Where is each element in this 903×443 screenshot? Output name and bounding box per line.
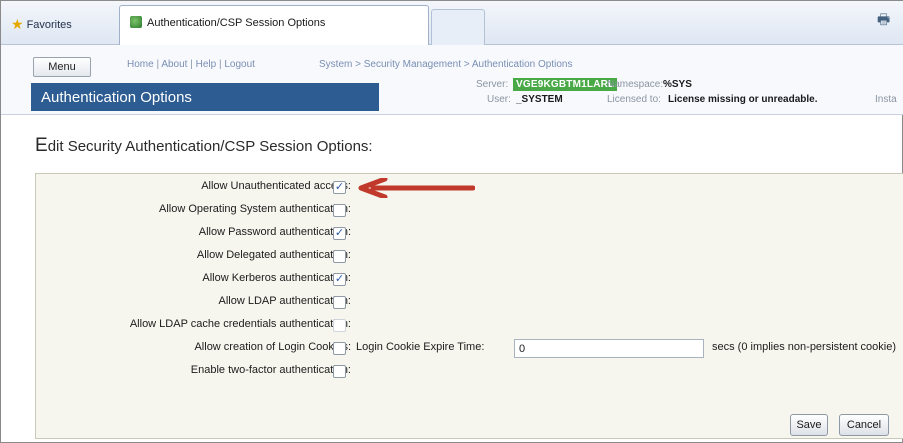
option-label: Allow Kerberos authentication:: [202, 272, 351, 284]
app-header: Menu Home | About | Help | Logout System…: [1, 45, 903, 115]
new-tab-button[interactable]: [431, 9, 485, 45]
instance-label: Insta: [875, 94, 897, 105]
licensed-value: License missing or unreadable.: [668, 94, 818, 105]
link-separator: |: [190, 59, 193, 70]
server-label: Server:: [476, 79, 509, 90]
option-label: Allow Unauthenticated access:: [201, 180, 351, 192]
link-help[interactable]: Help: [196, 59, 217, 70]
heading-initial: E: [35, 135, 48, 156]
link-separator: |: [156, 59, 160, 70]
checkbox-os-auth[interactable]: [333, 204, 346, 217]
favorites-label: Favorites: [26, 19, 72, 31]
breadcrumb[interactable]: System > Security Management > Authentic…: [319, 59, 572, 70]
star-icon: ★: [11, 16, 24, 32]
cookie-expire-label: Login Cookie Expire Time:: [356, 341, 485, 353]
option-row-password-auth: Allow Password authentication: ✓: [36, 224, 903, 244]
checkbox-login-cookies[interactable]: [333, 342, 346, 355]
options-form: Allow Unauthenticated access: ✓ Allow Op…: [35, 173, 903, 439]
cookie-expire-hint: secs (0 implies non-persistent cookie): [712, 341, 897, 353]
browser-tab-active[interactable]: Authentication/CSP Session Options: [119, 5, 429, 45]
page-title: Authentication Options: [31, 83, 379, 111]
namespace-label: Namespace:: [607, 79, 664, 90]
checkbox-delegated-auth[interactable]: [333, 250, 346, 263]
top-links: Home | About | Help | Logout: [127, 59, 255, 70]
form-heading: Edit Security Authentication/CSP Session…: [35, 135, 373, 157]
link-logout[interactable]: Logout: [224, 59, 255, 70]
favorites-button[interactable]: ★ Favorites: [11, 15, 72, 32]
licensed-label: Licensed to:: [607, 94, 661, 105]
site-favicon-icon: [130, 16, 142, 28]
cookie-expire-input[interactable]: [514, 339, 704, 358]
option-label: Allow Operating System authentication:: [159, 203, 351, 215]
option-row-os-auth: Allow Operating System authentication:: [36, 201, 903, 221]
option-label: Allow LDAP authentication:: [218, 295, 352, 307]
option-label: Allow Password authentication:: [198, 226, 351, 238]
user-label: User:: [487, 94, 511, 105]
server-value: VGE9KGBTM1LARL: [513, 78, 618, 91]
checkbox-ldap-auth[interactable]: [333, 296, 346, 309]
option-row-delegated-auth: Allow Delegated authentication:: [36, 247, 903, 267]
tab-title: Authentication/CSP Session Options: [147, 17, 326, 29]
page-tools-icon[interactable]: 🖶: [877, 9, 890, 33]
checkbox-password-auth[interactable]: ✓: [333, 227, 346, 240]
link-home[interactable]: Home: [127, 59, 154, 70]
save-button[interactable]: Save: [790, 414, 828, 436]
link-about[interactable]: About: [161, 59, 187, 70]
option-row-ldap-cache-auth: Allow LDAP cache credentials authenticat…: [36, 316, 903, 336]
option-label: Allow LDAP cache credentials authenticat…: [129, 318, 351, 330]
checkbox-unauthenticated[interactable]: ✓: [333, 181, 346, 194]
link-separator: |: [218, 59, 222, 70]
option-row-login-cookies: Allow creation of Login Cookies: Login C…: [36, 339, 903, 359]
screenshot-frame: ★ Favorites Authentication/CSP Session Op…: [0, 0, 903, 443]
user-value: _SYSTEM: [516, 94, 563, 105]
cancel-button[interactable]: Cancel: [839, 414, 889, 436]
option-row-ldap-auth: Allow LDAP authentication:: [36, 293, 903, 313]
checkbox-ldap-cache-auth[interactable]: [333, 319, 346, 332]
option-label: Allow Delegated authentication:: [196, 249, 351, 261]
menu-button[interactable]: Menu: [33, 57, 91, 77]
checkbox-two-factor[interactable]: [333, 365, 346, 378]
heading-text: dit Security Authentication/CSP Session …: [47, 138, 373, 155]
namespace-value: %SYS: [663, 79, 692, 90]
annotation-arrow-icon: [358, 178, 475, 198]
checkbox-kerberos-auth[interactable]: ✓: [333, 273, 346, 286]
option-row-kerberos-auth: Allow Kerberos authentication: ✓: [36, 270, 903, 290]
option-row-two-factor: Enable two-factor authentication:: [36, 362, 903, 382]
option-label: Allow creation of Login Cookies:: [194, 341, 351, 353]
option-label: Enable two-factor authentication:: [190, 364, 351, 376]
browser-toolbar: ★ Favorites Authentication/CSP Session Op…: [1, 1, 903, 45]
